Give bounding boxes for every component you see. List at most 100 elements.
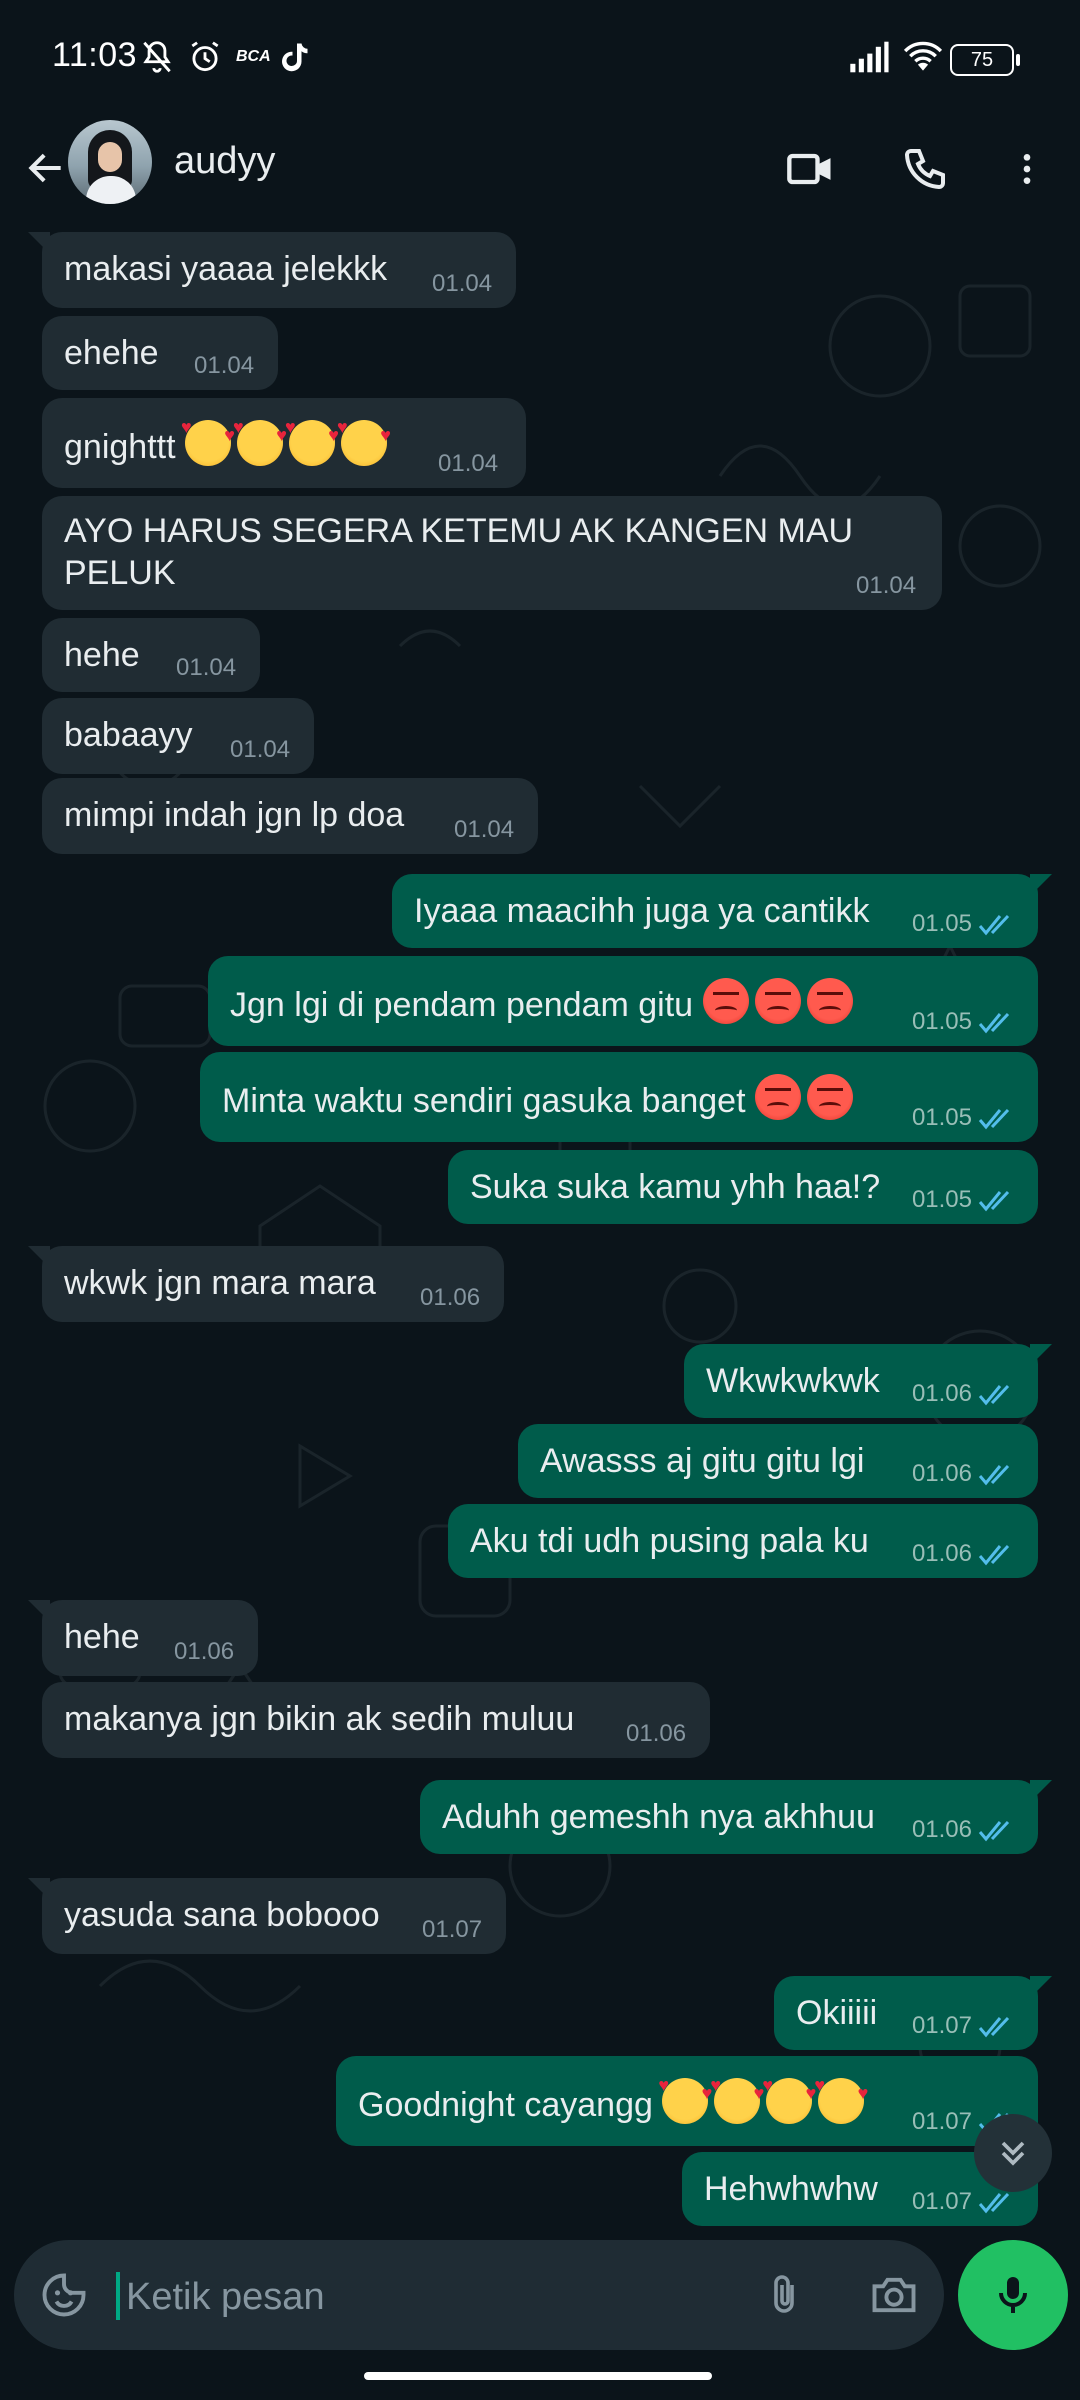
smiling-face-with-hearts-icon bbox=[710, 2076, 764, 2124]
message-incoming[interactable]: wkwk jgn mara mara 01.06 bbox=[28, 1246, 504, 1322]
message-incoming[interactable]: yasuda sana bobooo 01.07 bbox=[28, 1878, 506, 1954]
mic-icon bbox=[999, 2277, 1027, 2313]
message-text-line-2: PELUK bbox=[64, 554, 176, 592]
message-text: gnighttt bbox=[64, 428, 176, 466]
angry-face-icon bbox=[754, 1074, 801, 1120]
battery-level: 75 bbox=[970, 48, 994, 71]
video-call-icon[interactable] bbox=[776, 134, 846, 204]
message-time: 01.04 bbox=[454, 816, 515, 843]
read-ticks-icon bbox=[978, 1384, 1010, 1406]
message-text: ehehe bbox=[64, 334, 159, 372]
smiling-face-with-hearts-icon bbox=[762, 2076, 816, 2124]
message-incoming[interactable]: ehehe 01.04 bbox=[42, 316, 278, 390]
message-incoming[interactable]: mimpi indah jgn lp doa 01.04 bbox=[42, 778, 538, 854]
message-outgoing[interactable]: Minta waktu sendiri gasuka banget 01.05 bbox=[200, 1052, 1038, 1142]
message-time: 01.06 bbox=[911, 1380, 972, 1407]
message-time: 01.05 bbox=[911, 1104, 972, 1131]
message-outgoing[interactable]: Aku tdi udh pusing pala ku 01.06 bbox=[448, 1504, 1038, 1578]
avatar-face bbox=[98, 142, 122, 172]
message-composer bbox=[14, 2240, 944, 2350]
read-ticks-icon bbox=[978, 1108, 1010, 1130]
message-time: 01.07 bbox=[422, 1916, 483, 1943]
message-text: Aku tdi udh pusing pala ku bbox=[470, 1522, 869, 1560]
message-outgoing[interactable]: Suka suka kamu yhh haa!? 01.05 bbox=[448, 1150, 1038, 1224]
message-text-wrap: Goodnight cayangg bbox=[358, 2076, 870, 2126]
angry-face-icon bbox=[702, 978, 749, 1024]
message-incoming[interactable]: babaayy 01.04 bbox=[42, 698, 314, 774]
smiling-face-with-hearts-icon bbox=[233, 418, 287, 466]
message-time: 01.06 bbox=[174, 1638, 235, 1665]
read-ticks-icon bbox=[978, 2016, 1010, 2038]
message-time: 01.07 bbox=[911, 2108, 972, 2135]
message-incoming[interactable]: makanya jgn bikin ak sedih muluu 01.06 bbox=[42, 1682, 710, 1758]
double-chevron-down-icon bbox=[1001, 2141, 1025, 2166]
home-indicator[interactable] bbox=[364, 2372, 712, 2380]
message-outgoing[interactable]: Iyaaa maacihh juga ya cantikk 01.05 bbox=[392, 874, 1052, 948]
message-incoming[interactable]: hehe 01.06 bbox=[28, 1600, 258, 1676]
message-time: 01.06 bbox=[911, 1460, 972, 1487]
bubble-tail bbox=[28, 1600, 50, 1622]
battery-icon: 75 bbox=[950, 44, 1020, 76]
voice-call-icon[interactable] bbox=[890, 134, 960, 204]
emoji-sticker-icon[interactable] bbox=[34, 2265, 94, 2325]
message-time: 01.07 bbox=[911, 2188, 972, 2215]
status-time: 11:03 bbox=[52, 36, 138, 74]
message-time: 01.06 bbox=[911, 1540, 972, 1567]
message-incoming[interactable]: gnighttt 01.04 bbox=[42, 398, 526, 488]
bubble-tail bbox=[28, 232, 50, 254]
message-text: Okiiiii bbox=[796, 1994, 878, 2032]
message-time: 01.07 bbox=[911, 2012, 972, 2039]
message-time: 01.05 bbox=[911, 1008, 972, 1035]
message-outgoing[interactable]: Aduhh gemeshh nya akhhuu 01.06 bbox=[420, 1780, 1052, 1854]
read-ticks-icon bbox=[978, 2192, 1010, 2214]
message-outgoing[interactable]: Goodnight cayangg 01.07 bbox=[336, 2056, 1038, 2146]
message-time: 01.04 bbox=[176, 654, 237, 681]
bubble-tail bbox=[1030, 874, 1052, 896]
message-incoming[interactable]: hehe 01.04 bbox=[42, 618, 260, 692]
mute-icon bbox=[138, 38, 176, 76]
chat-header: audyy bbox=[0, 112, 1080, 226]
smiling-face-with-hearts-icon bbox=[658, 2076, 712, 2124]
more-options-icon[interactable] bbox=[992, 134, 1062, 204]
message-text: makasi yaaaa jelekkk bbox=[64, 250, 388, 288]
message-text: babaayy bbox=[64, 716, 193, 754]
message-text: mimpi indah jgn lp doa bbox=[64, 796, 405, 834]
tiktok-icon bbox=[276, 38, 312, 76]
smiling-face-with-hearts-icon bbox=[814, 2076, 868, 2124]
message-time: 01.06 bbox=[626, 1720, 687, 1747]
message-outgoing[interactable]: Awasss aj gitu gitu lgi 01.06 bbox=[518, 1424, 1038, 1498]
smiling-face-with-hearts-icon bbox=[181, 418, 235, 466]
signal-icon bbox=[848, 38, 890, 76]
message-time: 01.06 bbox=[911, 1816, 972, 1843]
message-text: AYO HARUS SEGERA KETEMU AK KANGEN MAU bbox=[64, 512, 854, 550]
read-ticks-icon bbox=[978, 1464, 1010, 1486]
avatar[interactable] bbox=[68, 120, 152, 204]
message-incoming[interactable]: makasi yaaaa jelekkk 01.04 bbox=[28, 232, 516, 308]
angry-face-icon bbox=[754, 978, 801, 1024]
message-incoming[interactable]: AYO HARUS SEGERA KETEMU AK KANGEN MAU PE… bbox=[42, 496, 942, 610]
chat-area[interactable]: makasi yaaaa jelekkk 01.04 ehehe 01.04 g… bbox=[0, 226, 1080, 2240]
navigation-bar bbox=[0, 2350, 1080, 2400]
read-ticks-icon bbox=[978, 1190, 1010, 1212]
message-text: Minta waktu sendiri gasuka banget bbox=[222, 1082, 746, 1120]
message-text: yasuda sana bobooo bbox=[64, 1896, 380, 1934]
message-text: wkwk jgn mara mara bbox=[64, 1264, 376, 1302]
message-outgoing[interactable]: Wkwkwkwk 01.06 bbox=[684, 1344, 1052, 1418]
message-outgoing[interactable]: Jgn lgi di pendam pendam gitu 01.05 bbox=[208, 956, 1038, 1046]
message-text: hehe bbox=[64, 636, 140, 674]
scroll-to-bottom-button[interactable] bbox=[974, 2114, 1052, 2192]
contact-name[interactable]: audyy bbox=[174, 140, 275, 183]
message-time: 01.06 bbox=[420, 1284, 481, 1311]
message-text: Aduhh gemeshh nya akhhuu bbox=[442, 1798, 875, 1836]
mic-button[interactable] bbox=[958, 2240, 1068, 2350]
bca-icon-label: BCA bbox=[236, 48, 271, 65]
smiling-face-with-hearts-icon bbox=[285, 418, 339, 466]
message-text: Hehwhwhw bbox=[704, 2170, 878, 2208]
read-ticks-icon bbox=[978, 914, 1010, 936]
attach-icon[interactable] bbox=[754, 2265, 814, 2325]
camera-icon[interactable] bbox=[864, 2265, 924, 2325]
message-outgoing[interactable]: Okiiiii 01.07 bbox=[774, 1976, 1052, 2050]
message-text: Suka suka kamu yhh haa!? bbox=[470, 1168, 881, 1206]
message-input[interactable] bbox=[116, 2270, 728, 2324]
wifi-icon bbox=[902, 38, 944, 76]
